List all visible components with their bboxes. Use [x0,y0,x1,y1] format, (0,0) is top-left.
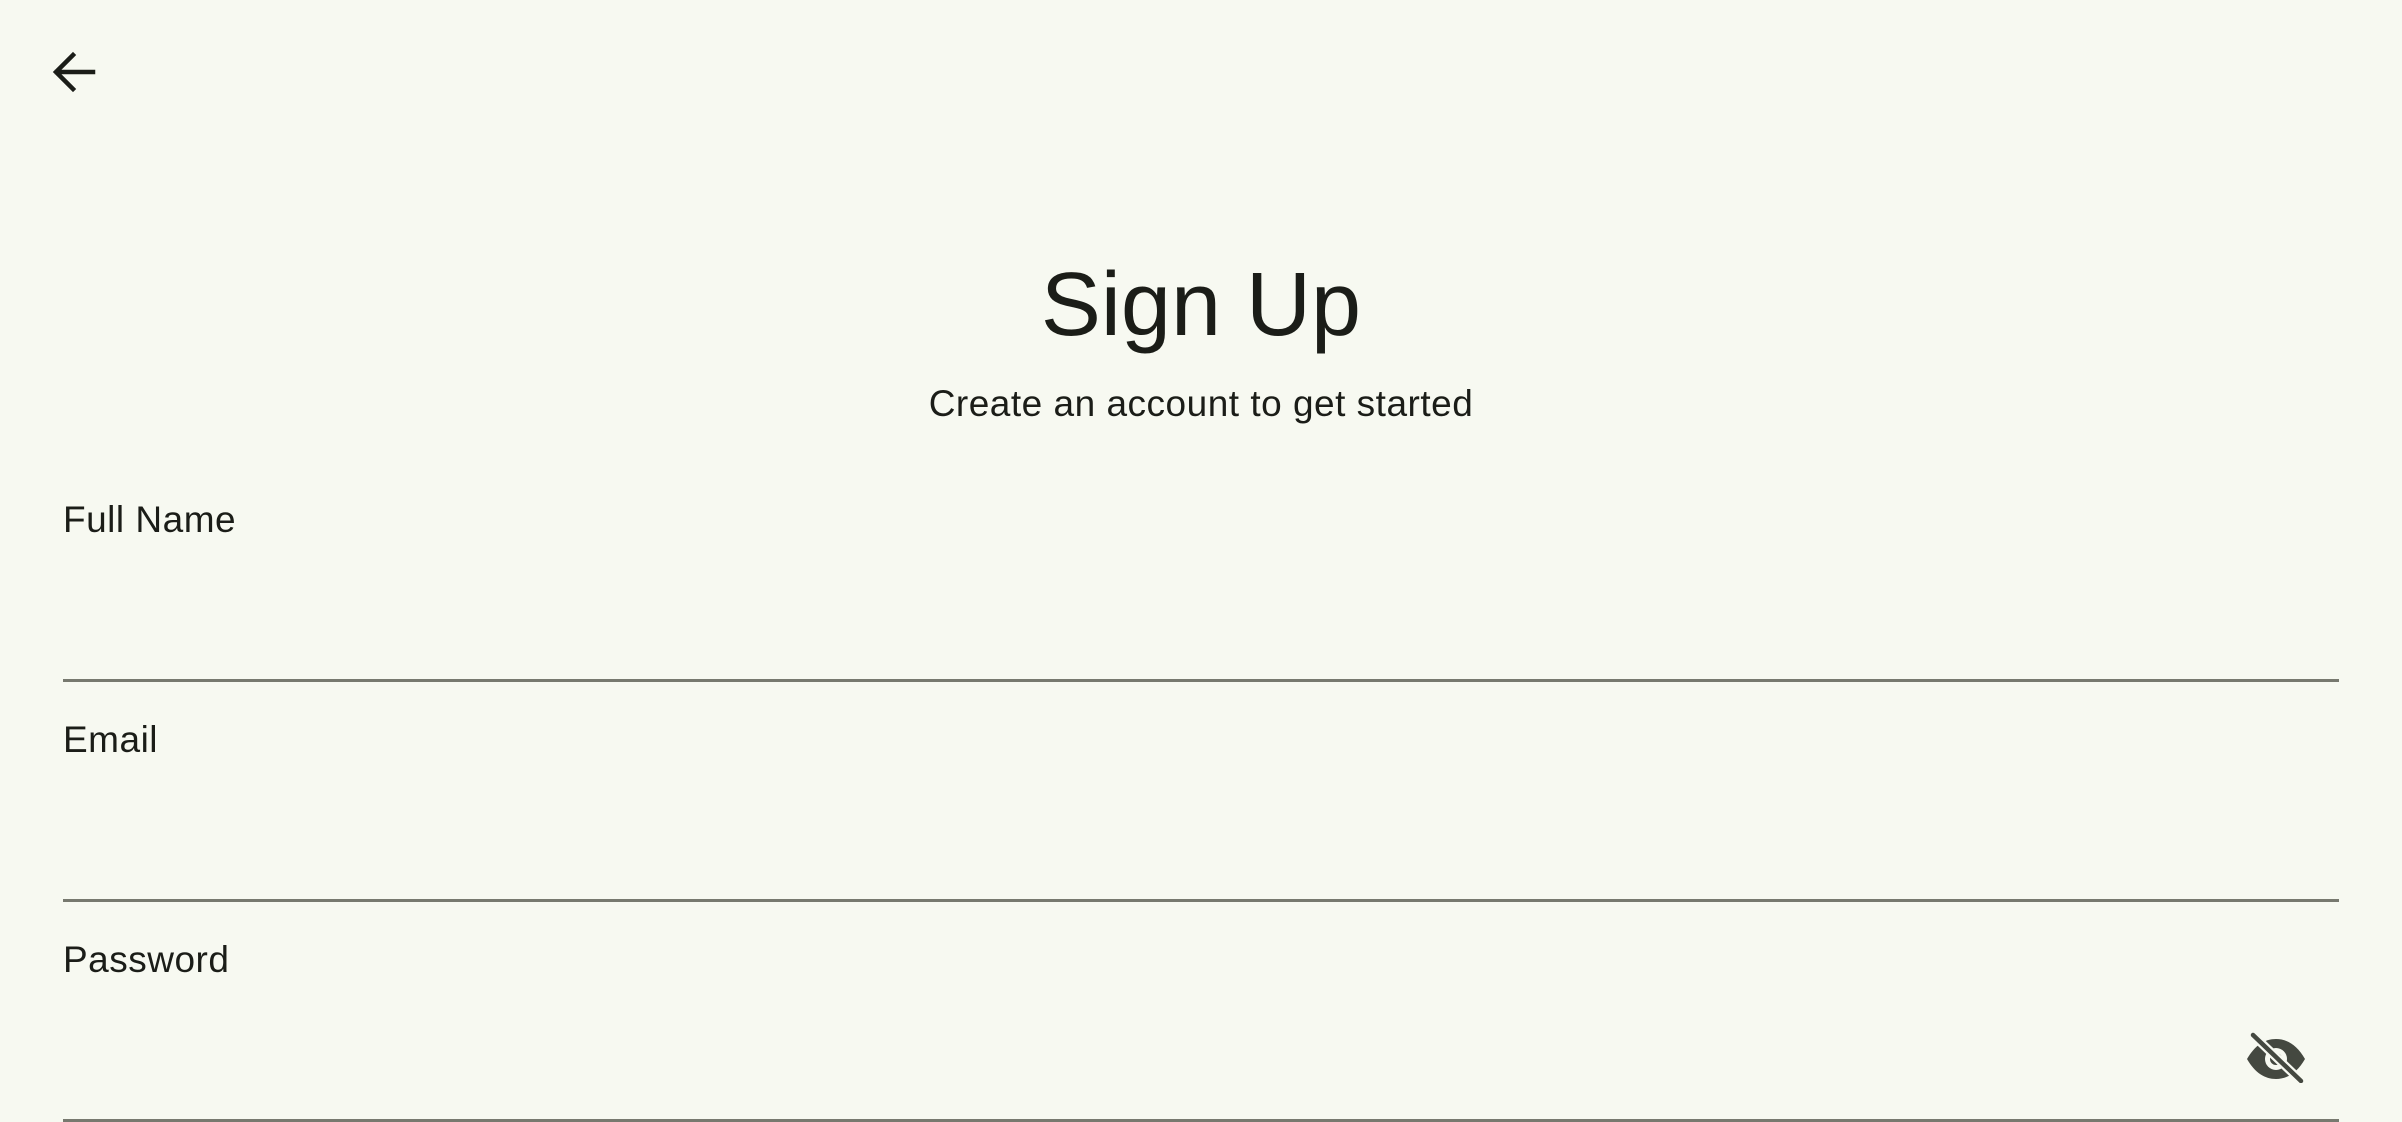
page-title: Sign Up [1040,255,1362,355]
page-subtitle: Create an account to get started [928,383,1474,424]
full-name-input[interactable] [63,562,2339,682]
password-label: Password [63,939,230,980]
full-name-field: Full Name [63,496,2339,682]
password-field: Password [63,936,2339,1122]
visibility-off-icon [2245,1030,2307,1088]
password-input[interactable] [63,1002,2339,1122]
email-field: Email [63,716,2339,902]
password-visibility-toggle[interactable] [2241,1024,2311,1094]
full-name-label: Full Name [63,499,237,540]
arrow-left-icon [49,47,99,102]
back-button[interactable] [40,40,108,108]
email-input[interactable] [63,782,2339,902]
email-label: Email [63,719,159,760]
